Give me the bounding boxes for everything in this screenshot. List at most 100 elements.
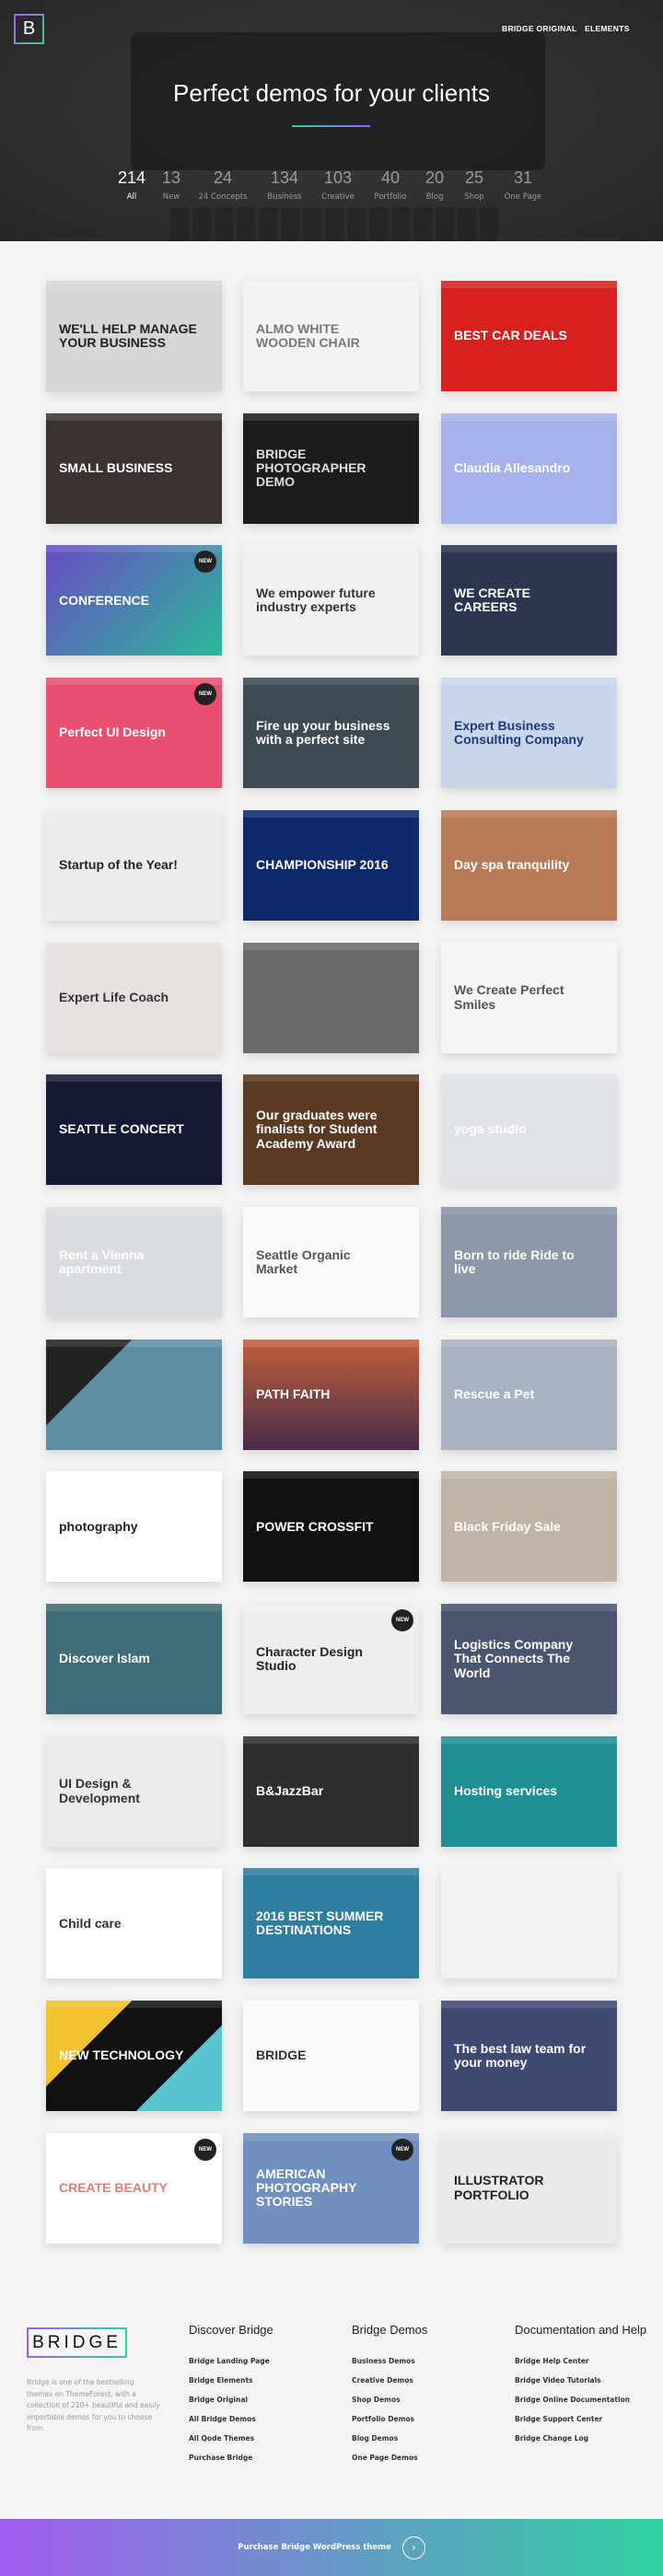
demo-card[interactable]: The best law team for your money bbox=[441, 2001, 617, 2112]
demo-card[interactable]: Rent a Vienna apartment bbox=[46, 1206, 222, 1317]
demo-nav-bar bbox=[243, 942, 419, 950]
demo-title: B&JazzBar bbox=[256, 1782, 324, 1798]
demo-card[interactable]: photography bbox=[46, 1471, 222, 1583]
demo-title: yoga studio bbox=[454, 1121, 527, 1137]
demo-card[interactable] bbox=[441, 1868, 617, 1979]
demo-title: Startup of the Year! bbox=[59, 857, 178, 873]
purchase-label[interactable]: Purchase Bridge WordPress theme bbox=[238, 2543, 391, 2552]
demo-card[interactable]: We empower future industry experts bbox=[243, 545, 419, 656]
demo-card[interactable]: Day spa tranquility bbox=[441, 809, 617, 921]
demo-card[interactable]: Expert Business Consulting Company bbox=[441, 678, 617, 789]
demo-title: We Create Perfect Smiles bbox=[454, 982, 564, 1012]
demo-title: Hosting services bbox=[454, 1782, 558, 1798]
chevron-right-icon[interactable]: › bbox=[401, 2535, 425, 2559]
nav-bridge-original[interactable]: BRIDGE ORIGINAL bbox=[502, 24, 576, 33]
demo-title: 2016 BEST SUMMER DESTINATIONS bbox=[256, 1909, 384, 1938]
footer-column: Bridge Demos Business Demos Creative Demos… bbox=[352, 2323, 427, 2473]
demo-title: Logistics Company That Connects The Worl… bbox=[454, 1636, 574, 1680]
footer-link[interactable]: Blog Demos bbox=[352, 2434, 427, 2454]
demo-card[interactable]: Logistics Company That Connects The Worl… bbox=[441, 1604, 617, 1714]
demo-card[interactable]: Character Design Studio NEW bbox=[243, 1604, 419, 1714]
demo-card[interactable] bbox=[243, 942, 419, 1053]
footer-link[interactable]: Bridge Video Tutorials bbox=[515, 2376, 646, 2396]
demo-card[interactable]: Rescue a Pet bbox=[441, 1339, 617, 1450]
demo-title: BEST CAR DEALS bbox=[454, 328, 567, 343]
demo-card[interactable]: NEW TECHNOLOGY bbox=[46, 2001, 222, 2112]
demo-nav-bar bbox=[243, 1471, 419, 1479]
demo-card[interactable]: Startup of the Year! bbox=[46, 809, 222, 921]
footer-link[interactable]: Purchase Bridge bbox=[189, 2454, 273, 2473]
demo-nav-bar bbox=[441, 1604, 617, 1611]
demo-card[interactable]: ALMO WHITE WOODEN CHAIR bbox=[243, 281, 419, 391]
bridge-logo[interactable]: B bbox=[14, 14, 44, 44]
demo-card[interactable]: Hosting services bbox=[441, 1735, 617, 1847]
demo-card[interactable]: Expert Life Coach bbox=[46, 942, 222, 1053]
footer-link[interactable]: One Page Demos bbox=[352, 2454, 427, 2473]
demo-nav-bar bbox=[46, 545, 222, 553]
demo-nav-bar bbox=[441, 2132, 617, 2141]
demo-title: SEATTLE CONCERT bbox=[59, 1121, 184, 1137]
demo-card[interactable]: BEST CAR DEALS bbox=[441, 281, 617, 391]
nav-elements[interactable]: ELEMENTS bbox=[585, 24, 630, 33]
demo-nav-bar bbox=[243, 1735, 419, 1744]
footer-description: Bridge is one of the bestselling themes … bbox=[27, 2378, 160, 2433]
demo-card[interactable]: POWER CROSSFIT bbox=[243, 1471, 419, 1583]
new-badge: NEW bbox=[194, 551, 216, 574]
demo-card[interactable]: BRIDGE PHOTOGRAPHER DEMO bbox=[243, 412, 419, 524]
demo-card[interactable]: UI Design & Development bbox=[46, 1735, 222, 1847]
demo-card[interactable]: Perfect UI Design NEW bbox=[46, 678, 222, 789]
demo-nav-bar bbox=[441, 1074, 617, 1083]
demo-nav-bar bbox=[243, 1604, 419, 1611]
footer-link[interactable]: Bridge Original bbox=[189, 2396, 273, 2415]
demo-card[interactable]: Discover Islam bbox=[46, 1604, 222, 1714]
demo-card[interactable]: WE CREATE CAREERS bbox=[441, 545, 617, 656]
demo-card[interactable]: Born to ride Ride to live bbox=[441, 1206, 617, 1317]
demo-card[interactable]: CHAMPIONSHIP 2016 bbox=[243, 809, 419, 921]
demo-card[interactable]: Our graduates were finalists for Student… bbox=[243, 1074, 419, 1186]
footer-link[interactable]: Bridge Elements bbox=[189, 2376, 273, 2396]
footer-link[interactable]: All Bridge Demos bbox=[189, 2415, 273, 2434]
demo-title: Day spa tranquility bbox=[454, 857, 570, 873]
demo-card[interactable]: ILLUSTRATOR PORTFOLIO bbox=[441, 2132, 617, 2244]
footer-link[interactable]: Bridge Landing Page bbox=[189, 2357, 273, 2376]
demo-card[interactable] bbox=[46, 1339, 222, 1450]
demo-card[interactable]: Fire up your business with a perfect sit… bbox=[243, 678, 419, 789]
footer-link[interactable]: Bridge Change Log bbox=[515, 2434, 646, 2454]
footer-link[interactable]: Shop Demos bbox=[352, 2396, 427, 2415]
filter-tab-one-page[interactable]: 31 One Page bbox=[486, 168, 560, 202]
purchase-banner[interactable]: Purchase Bridge WordPress theme › bbox=[0, 2519, 663, 2576]
demo-title: CONFERENCE bbox=[59, 592, 150, 608]
footer-link[interactable]: Bridge Online Documentation bbox=[515, 2396, 646, 2415]
demo-card[interactable]: CONFERENCE NEW bbox=[46, 545, 222, 656]
demo-card[interactable]: AMERICAN PHOTOGRAPHY STORIES NEW bbox=[243, 2132, 419, 2244]
footer-link[interactable]: Creative Demos bbox=[352, 2376, 427, 2396]
demo-card[interactable]: yoga studio bbox=[441, 1074, 617, 1186]
demo-card[interactable]: WE'LL HELP MANAGE YOUR BUSINESS bbox=[46, 281, 222, 391]
footer-link[interactable]: Bridge Help Center bbox=[515, 2357, 646, 2376]
demo-card[interactable]: 2016 BEST SUMMER DESTINATIONS bbox=[243, 1868, 419, 1979]
demo-title: Claudia Allesandro bbox=[454, 459, 571, 475]
demo-card[interactable]: CREATE BEAUTY NEW bbox=[46, 2132, 222, 2244]
demo-card[interactable]: Child care bbox=[46, 1868, 222, 1979]
demo-card[interactable]: Black Friday Sale bbox=[441, 1471, 617, 1583]
demo-card[interactable]: Claudia Allesandro bbox=[441, 412, 617, 524]
demo-nav-bar bbox=[441, 942, 617, 950]
footer-link[interactable]: Portfolio Demos bbox=[352, 2415, 427, 2434]
demo-card[interactable]: SEATTLE CONCERT bbox=[46, 1074, 222, 1186]
demo-card[interactable]: PATH FAITH bbox=[243, 1339, 419, 1450]
demo-card[interactable]: SMALL BUSINESS bbox=[46, 412, 222, 524]
footer-link[interactable]: All Qode Themes bbox=[189, 2434, 273, 2454]
demo-nav-bar bbox=[441, 1206, 617, 1214]
footer-link[interactable]: Bridge Support Center bbox=[515, 2415, 646, 2434]
demo-card[interactable]: We Create Perfect Smiles bbox=[441, 942, 617, 1053]
new-badge: NEW bbox=[194, 683, 216, 706]
demo-nav-bar bbox=[243, 1868, 419, 1876]
demo-card[interactable]: BRIDGE bbox=[243, 2001, 419, 2112]
footer-logo[interactable]: BRIDGE bbox=[27, 2327, 127, 2358]
demo-card[interactable]: B&JazzBar bbox=[243, 1735, 419, 1847]
footer-link[interactable]: Business Demos bbox=[352, 2357, 427, 2376]
demo-nav-bar bbox=[243, 2001, 419, 2009]
demo-nav-bar bbox=[46, 809, 222, 818]
demo-title: Fire up your business with a perfect sit… bbox=[256, 717, 390, 748]
demo-card[interactable]: Seattle Organic Market bbox=[243, 1206, 419, 1317]
